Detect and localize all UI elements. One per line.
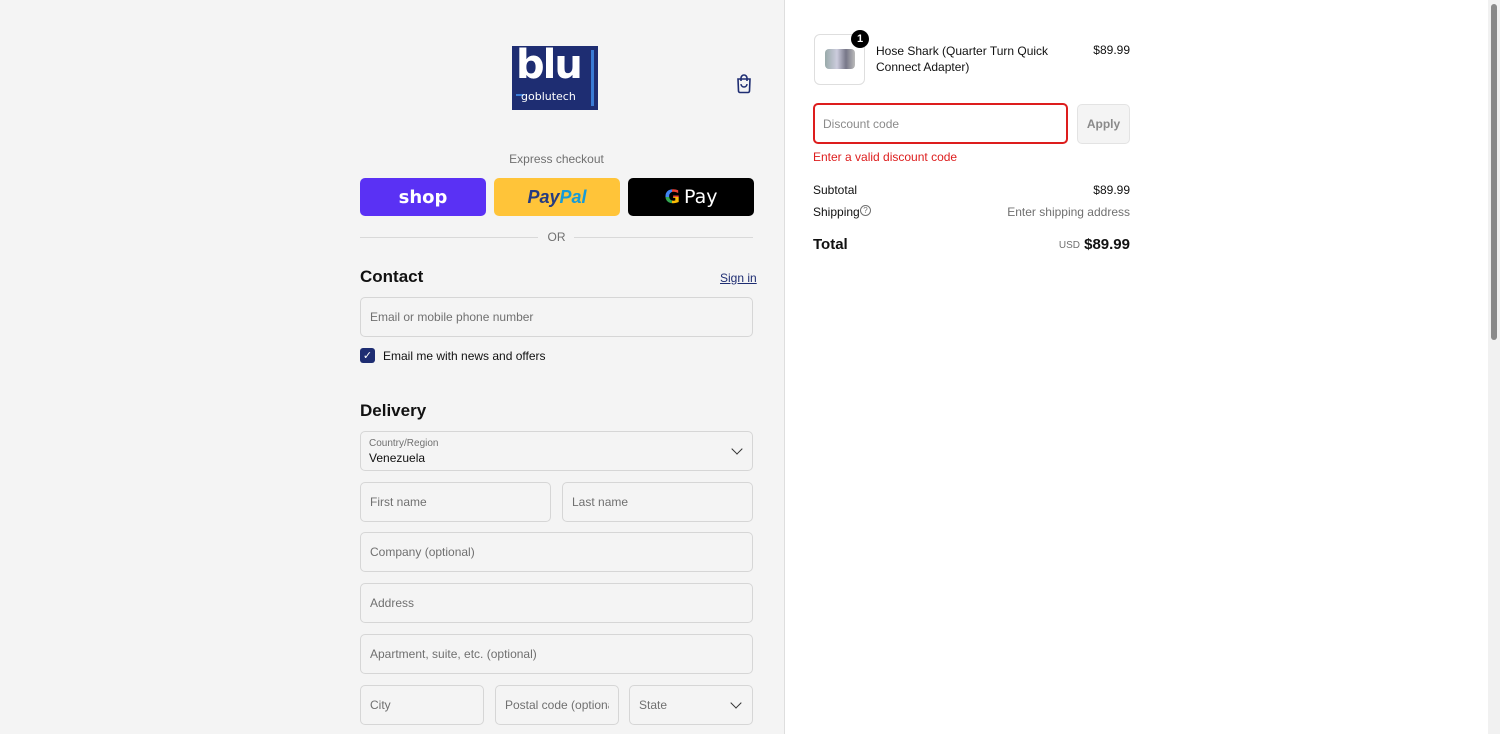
first-name-input[interactable]	[370, 495, 541, 509]
google-pay-button[interactable]: G Pay	[628, 178, 754, 216]
newsletter-label: Email me with news and offers	[383, 349, 546, 363]
shipping-value: Enter shipping address	[1007, 205, 1130, 219]
first-name-field[interactable]	[360, 482, 551, 522]
country-select-label: Country/Region	[369, 438, 439, 449]
address-field[interactable]	[360, 583, 753, 623]
express-checkout-label: Express checkout	[509, 152, 604, 166]
company-input[interactable]	[370, 545, 743, 559]
logo-subtext: goblutech	[521, 90, 576, 103]
brand-logo[interactable]: blu goblutech	[512, 46, 598, 110]
newsletter-checkbox[interactable]: ✓	[360, 348, 375, 363]
checkmark-icon: ✓	[362, 350, 373, 362]
city-input[interactable]	[370, 698, 474, 712]
delivery-heading: Delivery	[360, 401, 427, 420]
contact-heading: Contact	[360, 267, 424, 286]
apply-discount-button[interactable]: Apply	[1077, 104, 1130, 144]
product-name: Hose Shark (Quarter Turn Quick Connect A…	[876, 44, 1049, 74]
city-field[interactable]	[360, 685, 484, 725]
quantity-badge: 1	[851, 30, 869, 48]
product-image	[825, 49, 855, 69]
sign-in-link[interactable]: Sign in	[720, 271, 757, 285]
apartment-input[interactable]	[370, 647, 743, 661]
shopping-bag-icon[interactable]	[734, 72, 754, 94]
logo-text: blu	[516, 46, 583, 88]
divider-line-right	[574, 237, 753, 238]
paypal-button[interactable]: Pay Pal	[494, 178, 620, 216]
logo-bar	[591, 50, 594, 106]
last-name-field[interactable]	[562, 482, 753, 522]
state-select-value: State	[639, 698, 668, 712]
paypal-label-pal: Pal	[559, 186, 587, 207]
shop-pay-button[interactable]: shop	[360, 178, 486, 216]
company-field[interactable]	[360, 532, 753, 572]
apartment-field[interactable]	[360, 634, 753, 674]
postal-code-field[interactable]	[495, 685, 619, 725]
total-value: $89.99	[1084, 236, 1130, 253]
discount-code-input[interactable]	[823, 116, 1058, 131]
country-select-value: Venezuela	[369, 451, 426, 465]
address-input[interactable]	[370, 596, 743, 610]
google-g-icon: G	[664, 186, 681, 208]
email-input[interactable]	[370, 310, 743, 324]
product-price: $89.99	[1093, 43, 1130, 57]
page-scrollbar[interactable]	[1488, 0, 1500, 734]
subtotal-value: $89.99	[1093, 183, 1130, 197]
discount-code-field[interactable]	[813, 103, 1068, 144]
email-field[interactable]	[360, 297, 753, 337]
or-divider: OR	[360, 230, 753, 246]
shop-pay-label: shop	[398, 186, 448, 208]
total-label: Total	[813, 236, 848, 253]
shipping-label: Shipping	[813, 205, 860, 219]
scrollbar-thumb[interactable]	[1491, 4, 1497, 340]
help-icon[interactable]: ?	[860, 205, 871, 216]
last-name-input[interactable]	[572, 495, 743, 509]
google-pay-label: Pay	[684, 186, 718, 208]
subtotal-label: Subtotal	[813, 183, 858, 197]
postal-code-input[interactable]	[505, 698, 609, 712]
discount-error-message: Enter a valid discount code	[813, 150, 958, 164]
paypal-label-pay: Pay	[527, 186, 560, 207]
checkout-form-panel: blu goblutech Express checkout shop Pay P…	[0, 0, 784, 734]
